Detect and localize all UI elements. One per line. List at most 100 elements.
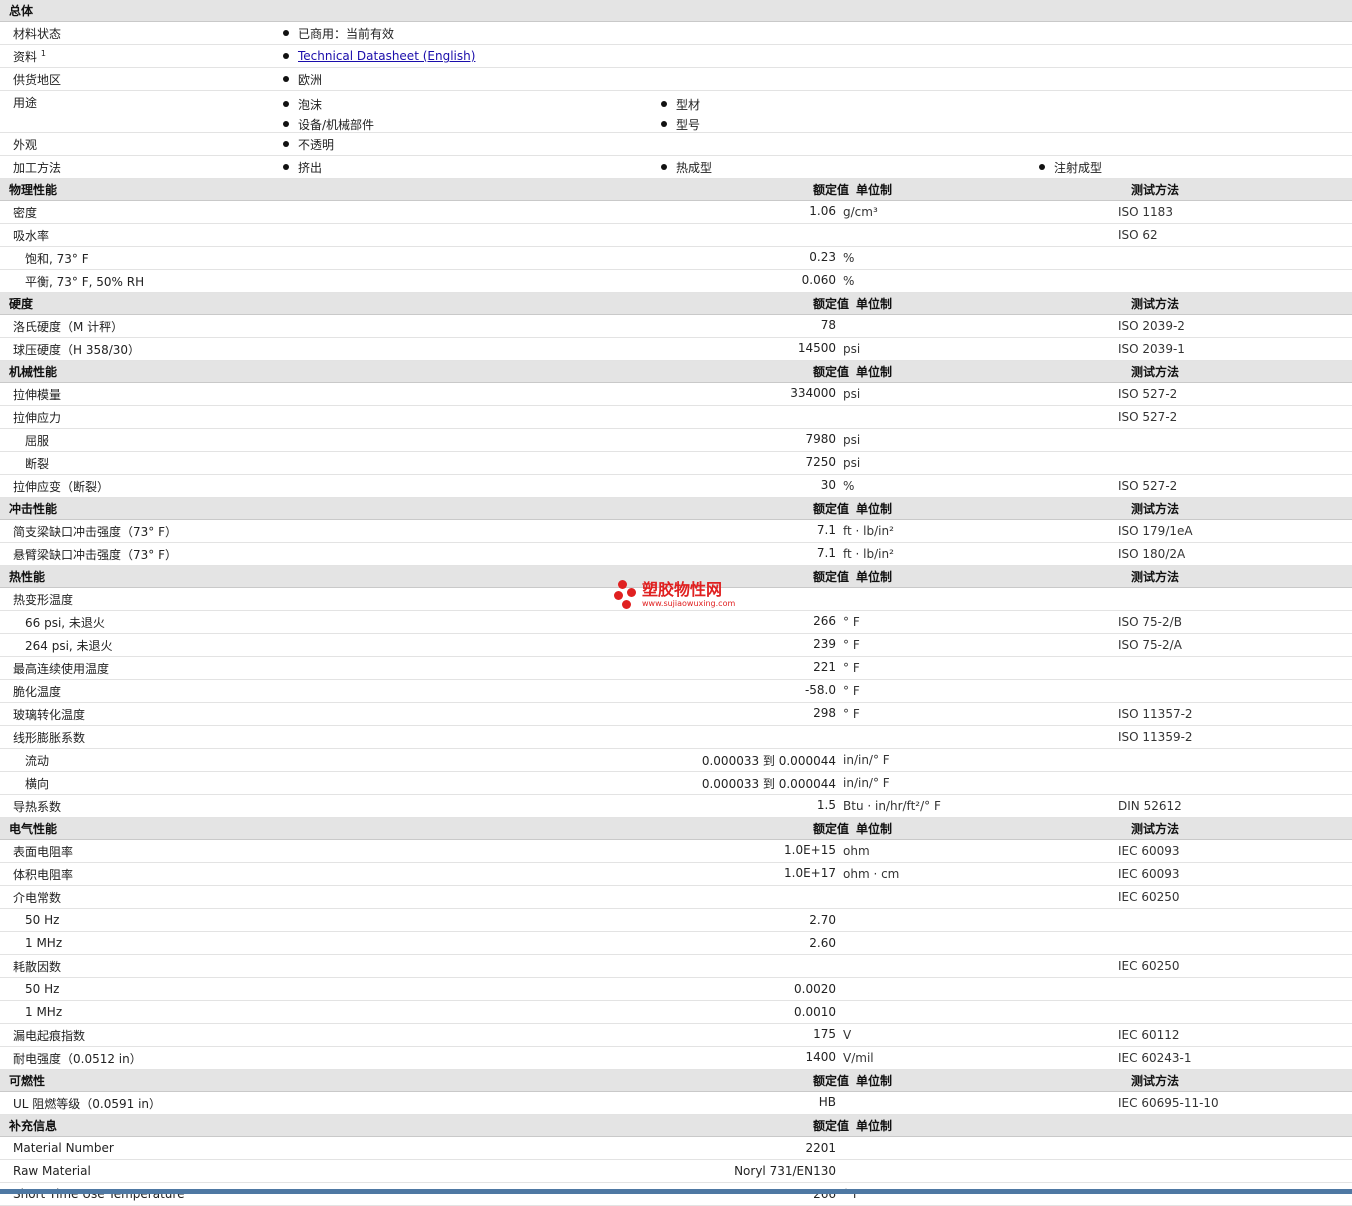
technical-datasheet-link[interactable]: Technical Datasheet (English) (298, 49, 475, 63)
property-unit: ohm (843, 844, 870, 858)
property-row: 横向 0.000033 到 0.000044 in/in/° F (0, 772, 1352, 795)
property-label: Material Number (13, 1141, 114, 1155)
rated-header: 额定值 (812, 570, 849, 584)
property-label: 拉伸应力 (13, 410, 62, 425)
row-region: 供货地区 欧洲 (0, 68, 1352, 91)
property-row: 最高连续使用温度 221 ° F (0, 657, 1352, 680)
row-label: 供货地区 (13, 72, 62, 87)
property-unit: ° F (843, 684, 860, 698)
method-header: 测试方法 (1131, 365, 1180, 379)
property-unit: ° F (843, 707, 860, 721)
unit-header: 单位制 (856, 570, 893, 584)
section-header-impact: 冲击性能 额定值 单位制 测试方法 (0, 498, 1352, 520)
bullet-icon (283, 141, 289, 147)
property-row: 简支梁缺口冲击强度（73° F） 7.1 ft · lb/in² ISO 179/1e… (0, 520, 1352, 543)
property-label: 线形膨胀系数 (13, 730, 86, 745)
rated-header: 额定值 (812, 297, 849, 311)
bullet-icon (283, 76, 289, 82)
property-label: 1 MHz (25, 1005, 63, 1019)
property-label: 流动 (25, 753, 50, 768)
property-row: 脆化温度 -58.0 ° F (0, 680, 1352, 703)
section-title: 物理性能 (9, 183, 58, 197)
property-cell: 流动 0.000033 到 0.000044 (0, 752, 836, 769)
property-cell: Material Number 2201 (0, 1141, 836, 1155)
property-unit: in/in/° F (843, 753, 890, 767)
property-label: 密度 (13, 205, 38, 220)
property-method: ISO 2039-1 (1118, 342, 1185, 356)
property-label: 平衡, 73° F, 50% RH (25, 274, 145, 289)
use-item: 设备/机械部件 (298, 117, 375, 132)
property-unit: psi (843, 387, 861, 401)
row-appearance: 外观 不透明 (0, 133, 1352, 156)
property-method: ISO 11359-2 (1118, 730, 1193, 744)
section-header-mechanical: 机械性能 额定值 单位制 测试方法 (0, 361, 1352, 383)
property-cell: 导热系数 1.5 (0, 798, 836, 815)
property-cell: 1 MHz 0.0010 (0, 1005, 836, 1019)
method-header: 测试方法 (1131, 570, 1180, 584)
property-row: 平衡, 73° F, 50% RH 0.060% (0, 270, 1352, 293)
property-label: 耗散因数 (13, 959, 62, 974)
property-row: 拉伸模量 334000 psi ISO 527-2 (0, 383, 1352, 406)
property-row: 玻璃转化温度 298 ° F ISO 11357-2 (0, 703, 1352, 726)
property-label: UL 阻燃等级（0.0591 in） (13, 1096, 162, 1111)
property-method: ISO 11357-2 (1118, 707, 1193, 721)
property-label: 拉伸应变（断裂） (13, 479, 110, 494)
row-label: 资料 (13, 49, 38, 64)
section-title: 总体 (9, 4, 34, 18)
property-row: 介电常数 IEC 60250 (0, 886, 1352, 909)
property-label: 耐电强度（0.0512 in） (13, 1051, 142, 1066)
property-label: 屈服 (25, 433, 50, 448)
bullet-icon (1039, 164, 1045, 170)
property-method: IEC 60112 (1118, 1028, 1180, 1042)
property-unit: V (843, 1028, 852, 1042)
property-value: 7980 (805, 431, 836, 446)
property-row: 耗散因数 IEC 60250 (0, 955, 1352, 978)
property-row: 流动 0.000033 到 0.000044 in/in/° F (0, 749, 1352, 772)
property-cell: Raw Material Noryl 731/EN130 (0, 1164, 836, 1178)
property-label: 介电常数 (13, 890, 62, 905)
property-row: 球压硬度（H 358/30） 14500 psi ISO 2039-1 (0, 338, 1352, 361)
property-cell: UL 阻燃等级（0.0591 in） HB (0, 1095, 836, 1112)
property-cell: 表面电阻率 1.0E+15 (0, 843, 836, 860)
bullet-icon (283, 53, 289, 59)
property-row: 断裂 7250 psi (0, 452, 1352, 475)
property-cell: 洛氏硬度（M 计秤） 78 (0, 318, 836, 335)
unit-header: 单位制 (856, 183, 893, 197)
property-unit: ° F (843, 638, 860, 652)
property-row: 导热系数 1.5 Btu · in/hr/ft²/° F DIN 52612 (0, 795, 1352, 818)
property-label: 洛氏硬度（M 计秤） (13, 319, 124, 334)
property-cell: 1 MHz 2.60 (0, 936, 836, 950)
rated-header: 额定值 (812, 183, 849, 197)
property-cell: 最高连续使用温度 221 (0, 660, 836, 677)
property-unit: ° F (843, 661, 860, 675)
property-value: 1400 (805, 1049, 836, 1064)
property-row: 50 Hz 2.70 (0, 909, 1352, 932)
property-label: 1 MHz (25, 936, 63, 950)
property-method: ISO 2039-2 (1118, 319, 1185, 333)
property-cell: 介电常数 (0, 889, 836, 906)
property-cell: 脆化温度 -58.0 (0, 683, 836, 700)
unit-header: 单位制 (856, 365, 893, 379)
section-title: 电气性能 (9, 822, 58, 836)
property-unit: ohm · cm (843, 867, 900, 881)
property-label: 体积电阻率 (13, 867, 74, 882)
property-unit: Btu · in/hr/ft²/° F (843, 799, 941, 813)
property-value: 2.60 (809, 936, 836, 950)
bottom-bar (0, 1189, 1352, 1194)
property-label: 玻璃转化温度 (13, 707, 86, 722)
property-cell: 横向 0.000033 到 0.000044 (0, 775, 836, 792)
property-label: 264 psi, 未退火 (25, 638, 113, 653)
property-label: 饱和, 73° F (25, 251, 89, 266)
process-item: 挤出 (298, 160, 323, 175)
property-label: 球压硬度（H 358/30） (13, 342, 141, 357)
process-item: 注射成型 (1054, 160, 1103, 175)
property-cell: 拉伸模量 334000 (0, 386, 836, 403)
property-label: 50 Hz (25, 913, 60, 927)
property-cell: 玻璃转化温度 298 (0, 706, 836, 723)
row-status: 材料状态 已商用：当前有效 (0, 22, 1352, 45)
property-method: IEC 60093 (1118, 844, 1180, 858)
property-unit: V/mil (843, 1051, 874, 1065)
row-uses: 用途 泡沫 设备/机械部件 型材 型号 (0, 91, 1352, 133)
property-row: 屈服 7980 psi (0, 429, 1352, 452)
use-item: 泡沫 (298, 97, 323, 112)
